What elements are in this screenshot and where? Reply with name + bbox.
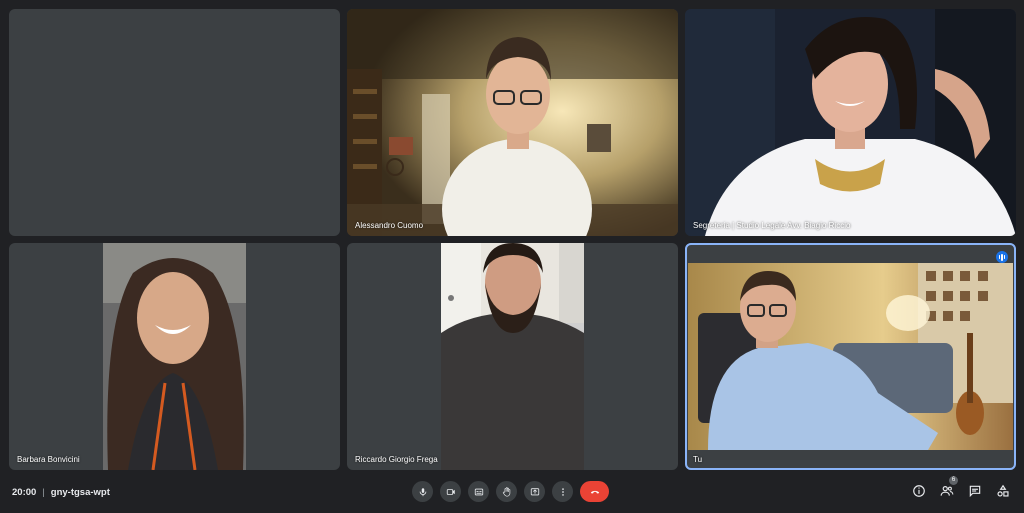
camera-button[interactable] xyxy=(440,481,461,502)
meeting-separator: | xyxy=(42,487,45,498)
camera-icon xyxy=(446,488,455,495)
participant-name: Segreteria | Studio Legale Avv. Biagio R… xyxy=(693,221,851,230)
raise-hand-icon xyxy=(502,486,510,497)
end-call-button[interactable] xyxy=(580,481,609,502)
more-options-icon xyxy=(561,487,564,496)
microphone-icon xyxy=(419,487,426,496)
meeting-code: gny-tgsa-wpt xyxy=(50,487,110,498)
people-button[interactable]: 6 xyxy=(938,476,958,500)
activities-button[interactable] xyxy=(994,482,1012,500)
call-controls xyxy=(412,481,609,502)
participant-tile-barbara[interactable]: Barbara Bonvicini xyxy=(9,243,340,470)
meeting-details-button[interactable] xyxy=(910,482,928,500)
video-frame xyxy=(103,243,246,470)
more-options-button[interactable] xyxy=(552,481,573,502)
video-frame xyxy=(347,9,678,236)
meeting-control-bar: 20:00 | gny-tgsa-wpt 6 xyxy=(0,474,1024,513)
participant-video xyxy=(685,9,1016,236)
activities-icon xyxy=(997,484,1009,497)
video-frame xyxy=(685,9,1016,236)
speaking-indicator-icon xyxy=(996,251,1008,263)
meeting-time: 20:00 xyxy=(12,487,37,498)
chat-icon xyxy=(969,485,981,498)
present-screen-icon xyxy=(530,487,539,495)
video-frame xyxy=(441,243,584,470)
people-count-badge: 6 xyxy=(949,476,958,485)
participant-tile-segreteria[interactable]: Segreteria | Studio Legale Avv. Biagio R… xyxy=(685,9,1016,236)
participant-video xyxy=(347,9,678,236)
video-grid: Alessandro Cuomo Segreteria | Studio Leg… xyxy=(0,0,1024,474)
participant-tile-self[interactable]: Tu xyxy=(685,243,1016,470)
microphone-button[interactable] xyxy=(412,481,433,502)
captions-button[interactable] xyxy=(468,481,489,502)
meeting-info: 20:00 | gny-tgsa-wpt xyxy=(12,487,110,498)
participant-tile-empty[interactable] xyxy=(9,9,340,236)
participant-name: Tu xyxy=(693,455,703,464)
participant-video xyxy=(688,263,1013,450)
end-call-icon xyxy=(590,490,599,494)
raise-hand-button[interactable] xyxy=(496,481,517,502)
present-screen-button[interactable] xyxy=(524,481,545,502)
captions-icon xyxy=(474,488,483,495)
participant-name: Barbara Bonvicini xyxy=(17,455,80,464)
participant-video xyxy=(103,243,246,470)
people-icon xyxy=(940,486,954,496)
participant-name: Alessandro Cuomo xyxy=(355,221,424,230)
participant-tile-alessandro[interactable]: Alessandro Cuomo xyxy=(347,9,678,236)
video-frame xyxy=(688,263,1013,450)
participant-name: Riccardo Giorgio Frega xyxy=(355,455,438,464)
participant-tile-riccardo[interactable]: Riccardo Giorgio Frega xyxy=(347,243,678,470)
chat-button[interactable] xyxy=(966,482,984,500)
info-icon xyxy=(913,485,925,497)
participant-video xyxy=(441,243,584,470)
side-panel-controls: 6 xyxy=(910,476,1012,500)
